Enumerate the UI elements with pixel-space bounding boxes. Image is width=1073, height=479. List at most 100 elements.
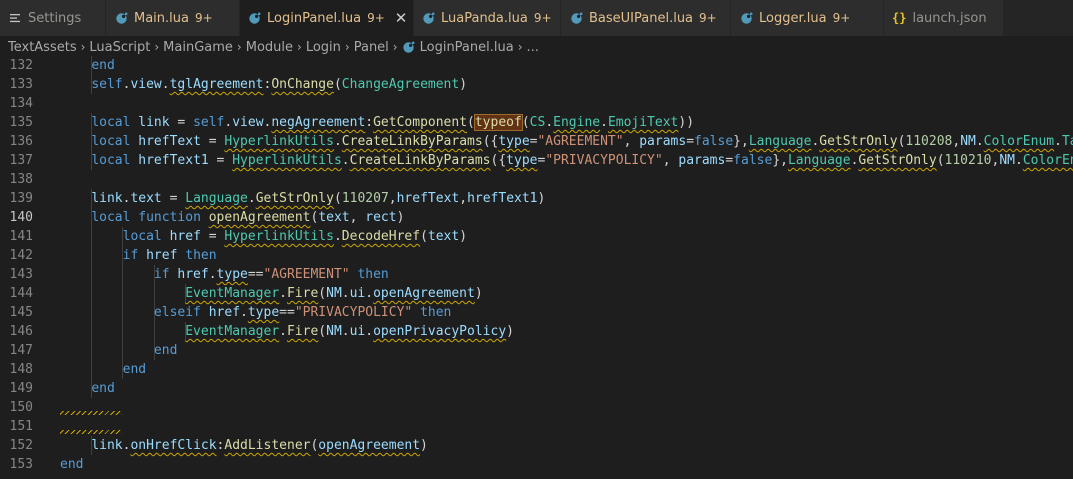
code-text: end xyxy=(153,343,178,358)
code-text: end xyxy=(91,58,115,73)
breadcrumb-item[interactable]: LuaScript xyxy=(89,40,150,55)
code-line[interactable]: 139 link.text = Language.GetStrOnly(1102… xyxy=(0,189,1073,208)
tab-settings[interactable]: Settings xyxy=(0,0,106,36)
line-number: 152 xyxy=(9,438,33,453)
line-number: 137 xyxy=(9,153,33,168)
close-icon[interactable]: ✕ xyxy=(395,9,408,27)
line-number: 136 xyxy=(9,134,33,149)
code-line[interactable]: 146 EventManager.Fire(NM.ui.openPrivacyP… xyxy=(0,322,1073,341)
line-number: 147 xyxy=(9,343,33,358)
line-number: 139 xyxy=(9,191,33,206)
tab-luapanda-lua[interactable]: LuaPanda.lua 9+ xyxy=(414,0,561,36)
code-editor[interactable]: 132 end 133 self.view.tglAgreement:OnChan… xyxy=(0,56,1073,479)
line-number: 138 xyxy=(9,172,33,187)
code-line[interactable]: 141 local href = HyperlinkUtils.DecodeHr… xyxy=(0,227,1073,246)
breadcrumb-item[interactable]: TextAssets xyxy=(8,40,77,55)
editor-tab-bar: Settings Main.lua 9+ LoginPanel.lua 9+ ✕ LuaPa… xyxy=(0,0,1073,36)
chevron-right-icon: › xyxy=(80,40,86,54)
code-line[interactable]: 147 end xyxy=(0,341,1073,360)
code-text: elseif href.type=="PRIVACYPOLICY" then xyxy=(153,305,452,320)
tab-label: launch.json xyxy=(912,10,987,26)
code-line[interactable]: 148 end xyxy=(0,360,1073,379)
lua-file-icon xyxy=(248,11,261,25)
tab-main-lua[interactable]: Main.lua 9+ xyxy=(106,0,240,36)
tab-launch-json[interactable]: {} launch.json xyxy=(884,0,1004,36)
breadcrumb-item[interactable]: Module xyxy=(246,40,293,55)
json-file-icon: {} xyxy=(892,11,907,25)
code-text: local href = HyperlinkUtils.DecodeHref(t… xyxy=(122,229,468,244)
breadcrumb-item[interactable]: Login xyxy=(306,40,341,55)
tab-label: LoginPanel.lua xyxy=(267,10,362,26)
code-line[interactable]: 137 local hrefText1 = HyperlinkUtils.Cre… xyxy=(0,151,1073,170)
chevron-right-icon: › xyxy=(297,40,302,54)
line-number: 149 xyxy=(9,381,33,396)
line-number: 135 xyxy=(9,115,33,130)
chevron-right-icon: › xyxy=(517,40,523,54)
code-line[interactable]: 144 EventManager.Fire(NM.ui.openAgreemen… xyxy=(0,284,1073,303)
line-number: 142 xyxy=(9,248,33,263)
warning-squiggle xyxy=(60,430,122,434)
lua-file-icon xyxy=(114,11,128,25)
code-line[interactable]: 151 xyxy=(0,417,1073,436)
code-line[interactable]: 136 local hrefText = HyperlinkUtils.Crea… xyxy=(0,132,1073,151)
problem-count-badge: 9+ xyxy=(533,11,552,25)
code-line[interactable]: 135 local link = self.view.negAgreement:… xyxy=(0,113,1073,132)
line-number: 153 xyxy=(9,457,33,472)
line-number: 140 xyxy=(9,210,33,225)
tab-label: LuaPanda.lua xyxy=(441,10,528,26)
problem-count-badge: 9+ xyxy=(699,11,717,25)
code-line[interactable]: 150 xyxy=(0,398,1073,417)
tab-baseuipanel-lua[interactable]: BaseUIPanel.lua 9+ xyxy=(561,0,731,36)
code-line[interactable]: 143 if href.type=="AGREEMENT" then xyxy=(0,265,1073,284)
lua-file-icon xyxy=(739,11,753,25)
tab-loginpanel-lua[interactable]: LoginPanel.lua 9+ ✕ xyxy=(240,0,414,36)
code-line[interactable]: 149 end xyxy=(0,379,1073,398)
breadcrumb-item[interactable]: Panel xyxy=(354,40,389,55)
code-text: if href then xyxy=(122,248,217,263)
code-text: end xyxy=(60,457,84,472)
code-text: end xyxy=(122,362,147,377)
lua-file-icon xyxy=(402,41,415,54)
line-number: 151 xyxy=(9,419,33,434)
line-number: 143 xyxy=(9,267,33,282)
line-number: 133 xyxy=(9,77,33,92)
tab-label: Main.lua xyxy=(134,10,189,26)
code-line[interactable]: 142 if href then xyxy=(0,246,1073,265)
code-line[interactable]: 134 xyxy=(0,94,1073,113)
lua-file-icon xyxy=(569,11,583,25)
code-text: self.view.tglAgreement:OnChange(ChangeAg… xyxy=(91,77,468,92)
code-line[interactable]: 153 end xyxy=(0,455,1073,474)
line-number: 145 xyxy=(9,305,33,320)
line-number: 146 xyxy=(9,324,33,339)
chevron-right-icon: › xyxy=(154,40,160,54)
chevron-right-icon: › xyxy=(344,40,350,54)
settings-icon xyxy=(8,11,22,25)
code-line[interactable]: 133 self.view.tglAgreement:OnChange(Chan… xyxy=(0,75,1073,94)
code-text: link.text = Language.GetStrOnly(110207,h… xyxy=(91,191,546,206)
warning-squiggle xyxy=(60,411,122,415)
line-number: 148 xyxy=(9,362,33,377)
tab-label: Logger.lua xyxy=(759,10,827,26)
line-number: 132 xyxy=(9,58,33,73)
tab-logger-lua[interactable]: Logger.lua 9+ xyxy=(731,0,884,36)
chevron-right-icon: › xyxy=(236,40,242,54)
breadcrumb-item[interactable]: ... xyxy=(527,40,539,55)
line-number: 134 xyxy=(9,96,33,111)
breadcrumb-item[interactable]: LoginPanel.lua xyxy=(420,40,514,55)
code-text: local hrefText = HyperlinkUtils.CreateLi… xyxy=(91,134,1073,149)
code-text: local hrefText1 = HyperlinkUtils.CreateL… xyxy=(91,153,1073,168)
lua-file-icon xyxy=(422,11,435,25)
problem-count-badge: 9+ xyxy=(832,11,851,25)
tab-label: Settings xyxy=(28,10,82,26)
line-number: 144 xyxy=(9,286,33,301)
code-text: EventManager.Fire(NM.ui.openAgreement) xyxy=(185,286,483,301)
tab-label: BaseUIPanel.lua xyxy=(589,10,694,26)
code-line[interactable]: 145 elseif href.type=="PRIVACYPOLICY" th… xyxy=(0,303,1073,322)
code-line[interactable]: 138 xyxy=(0,170,1073,189)
code-text: EventManager.Fire(NM.ui.openPrivacyPolic… xyxy=(185,324,514,339)
code-line[interactable]: 132 end xyxy=(0,56,1073,75)
code-line[interactable]: 152 link.onHrefClick:AddListener(openAgr… xyxy=(0,436,1073,455)
breadcrumb-item[interactable]: MainGame xyxy=(163,40,233,55)
code-text: link.onHrefClick:AddListener(openAgreeme… xyxy=(91,438,428,453)
code-line[interactable]: 140 local function openAgreement(text, r… xyxy=(0,208,1073,227)
